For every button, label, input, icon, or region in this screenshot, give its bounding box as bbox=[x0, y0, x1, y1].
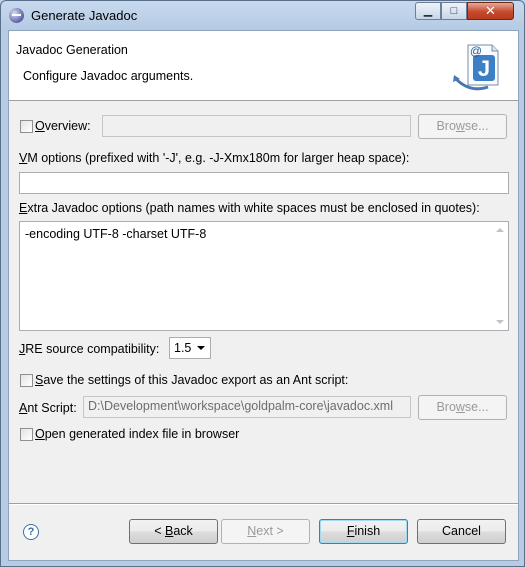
javadoc-icon-at: @ bbox=[470, 44, 482, 58]
cancel-button[interactable]: Cancel bbox=[417, 519, 506, 544]
ant-script-path-input[interactable]: D:\Development\workspace\goldpalm-core\j… bbox=[83, 396, 411, 418]
dialog-client-area: Javadoc Generation Configure Javadoc arg… bbox=[8, 30, 519, 561]
wizard-page-title: Javadoc Generation bbox=[16, 43, 128, 57]
jre-compatibility-select[interactable]: 1.5 bbox=[169, 337, 211, 359]
finish-button[interactable]: Finish bbox=[319, 519, 408, 544]
dialog-window: Generate Javadoc ▁ □ ✕ Javadoc Generatio… bbox=[0, 0, 525, 567]
vm-options-label: VM options (prefixed with '-J', e.g. -J-… bbox=[19, 151, 410, 165]
next-button[interactable]: Next > bbox=[221, 519, 310, 544]
window-title: Generate Javadoc bbox=[31, 8, 138, 23]
minimize-button[interactable]: ▁ bbox=[415, 2, 441, 20]
help-icon[interactable]: ? bbox=[23, 524, 39, 540]
extra-options-textarea[interactable]: -encoding UTF-8 -charset UTF-8 bbox=[19, 221, 509, 331]
wizard-page-message: Configure Javadoc arguments. bbox=[23, 69, 194, 83]
overview-browse-button[interactable]: Browse... bbox=[418, 114, 507, 139]
extra-options-scrollbar[interactable] bbox=[492, 222, 508, 330]
scroll-up-arrow-icon[interactable] bbox=[496, 228, 504, 232]
overview-path-input[interactable] bbox=[102, 115, 411, 137]
maximize-button[interactable]: □ bbox=[441, 2, 467, 20]
open-index-checkbox[interactable] bbox=[20, 428, 33, 441]
dropdown-arrow-icon bbox=[197, 346, 205, 350]
wizard-header: Javadoc Generation Configure Javadoc arg… bbox=[9, 31, 518, 101]
overview-label: Overview: bbox=[35, 119, 91, 133]
title-bar[interactable]: Generate Javadoc ▁ □ ✕ bbox=[1, 1, 524, 31]
close-button[interactable]: ✕ bbox=[467, 2, 514, 20]
javadoc-wizard-icon: J @ bbox=[453, 44, 499, 91]
overview-checkbox[interactable] bbox=[20, 120, 33, 133]
footer-separator bbox=[9, 503, 518, 505]
extra-options-text: -encoding UTF-8 -charset UTF-8 bbox=[25, 227, 207, 241]
eclipse-app-icon bbox=[9, 8, 24, 23]
jre-compatibility-label: JRE source compatibility: bbox=[19, 342, 160, 356]
scroll-down-arrow-icon[interactable] bbox=[496, 320, 504, 324]
open-index-label: Open generated index file in browser bbox=[35, 427, 240, 441]
ant-script-browse-button[interactable]: Browse... bbox=[418, 395, 507, 420]
save-ant-script-label: Save the settings of this Javadoc export… bbox=[35, 373, 349, 387]
save-ant-script-checkbox[interactable] bbox=[20, 374, 33, 387]
vm-options-input[interactable] bbox=[19, 172, 509, 194]
back-button[interactable]: < Back bbox=[129, 519, 218, 544]
ant-script-label: Ant Script: bbox=[19, 401, 77, 415]
javadoc-icon-letter: J bbox=[478, 56, 490, 81]
extra-options-label: Extra Javadoc options (path names with w… bbox=[19, 201, 480, 215]
